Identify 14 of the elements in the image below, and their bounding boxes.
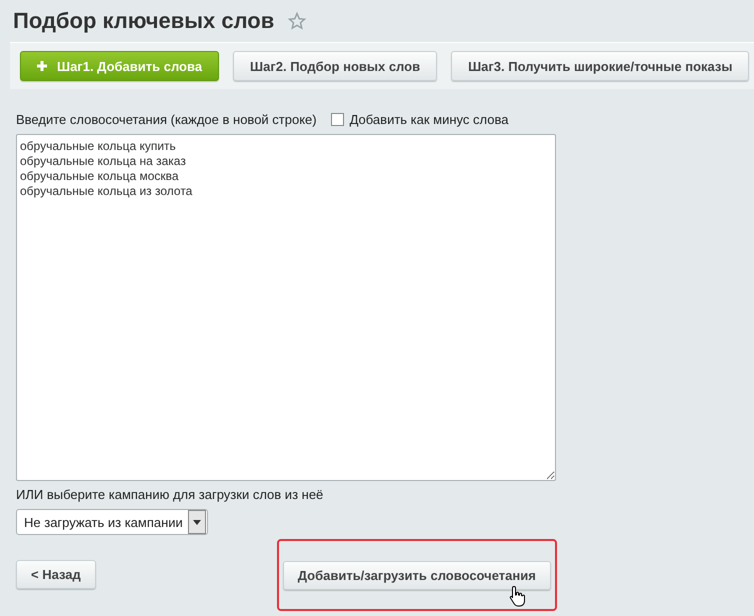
page-title: Подбор ключевых слов [13,8,274,34]
plus-icon [37,61,47,71]
back-button[interactable]: < Назад [16,560,96,589]
campaign-label: ИЛИ выберите кампанию для загрузки слов из неё [16,487,324,504]
submit-button[interactable]: Добавить/загрузить словосочетания [282,561,551,590]
phrases-label: Введите словосочетания (каждое в новой строке) [16,112,317,126]
star-icon[interactable] [288,12,306,30]
checkbox-label: Добавить как минус слова [350,112,508,126]
step-tab[interactable]: Шаг3. Получить широкие/точные показы [451,51,750,81]
phrases-textarea[interactable]: обручальные кольца купить обручальные кольца на заказ обручальные кольца москва обручальные кольца из золота [16,134,556,481]
hand-cursor-icon [508,585,527,607]
campaign-select[interactable]: Не загружать из кампании [16,509,208,535]
checkbox[interactable] [330,112,344,126]
step-tab[interactable]: Шаг2. Подбор новых слов [233,51,438,81]
